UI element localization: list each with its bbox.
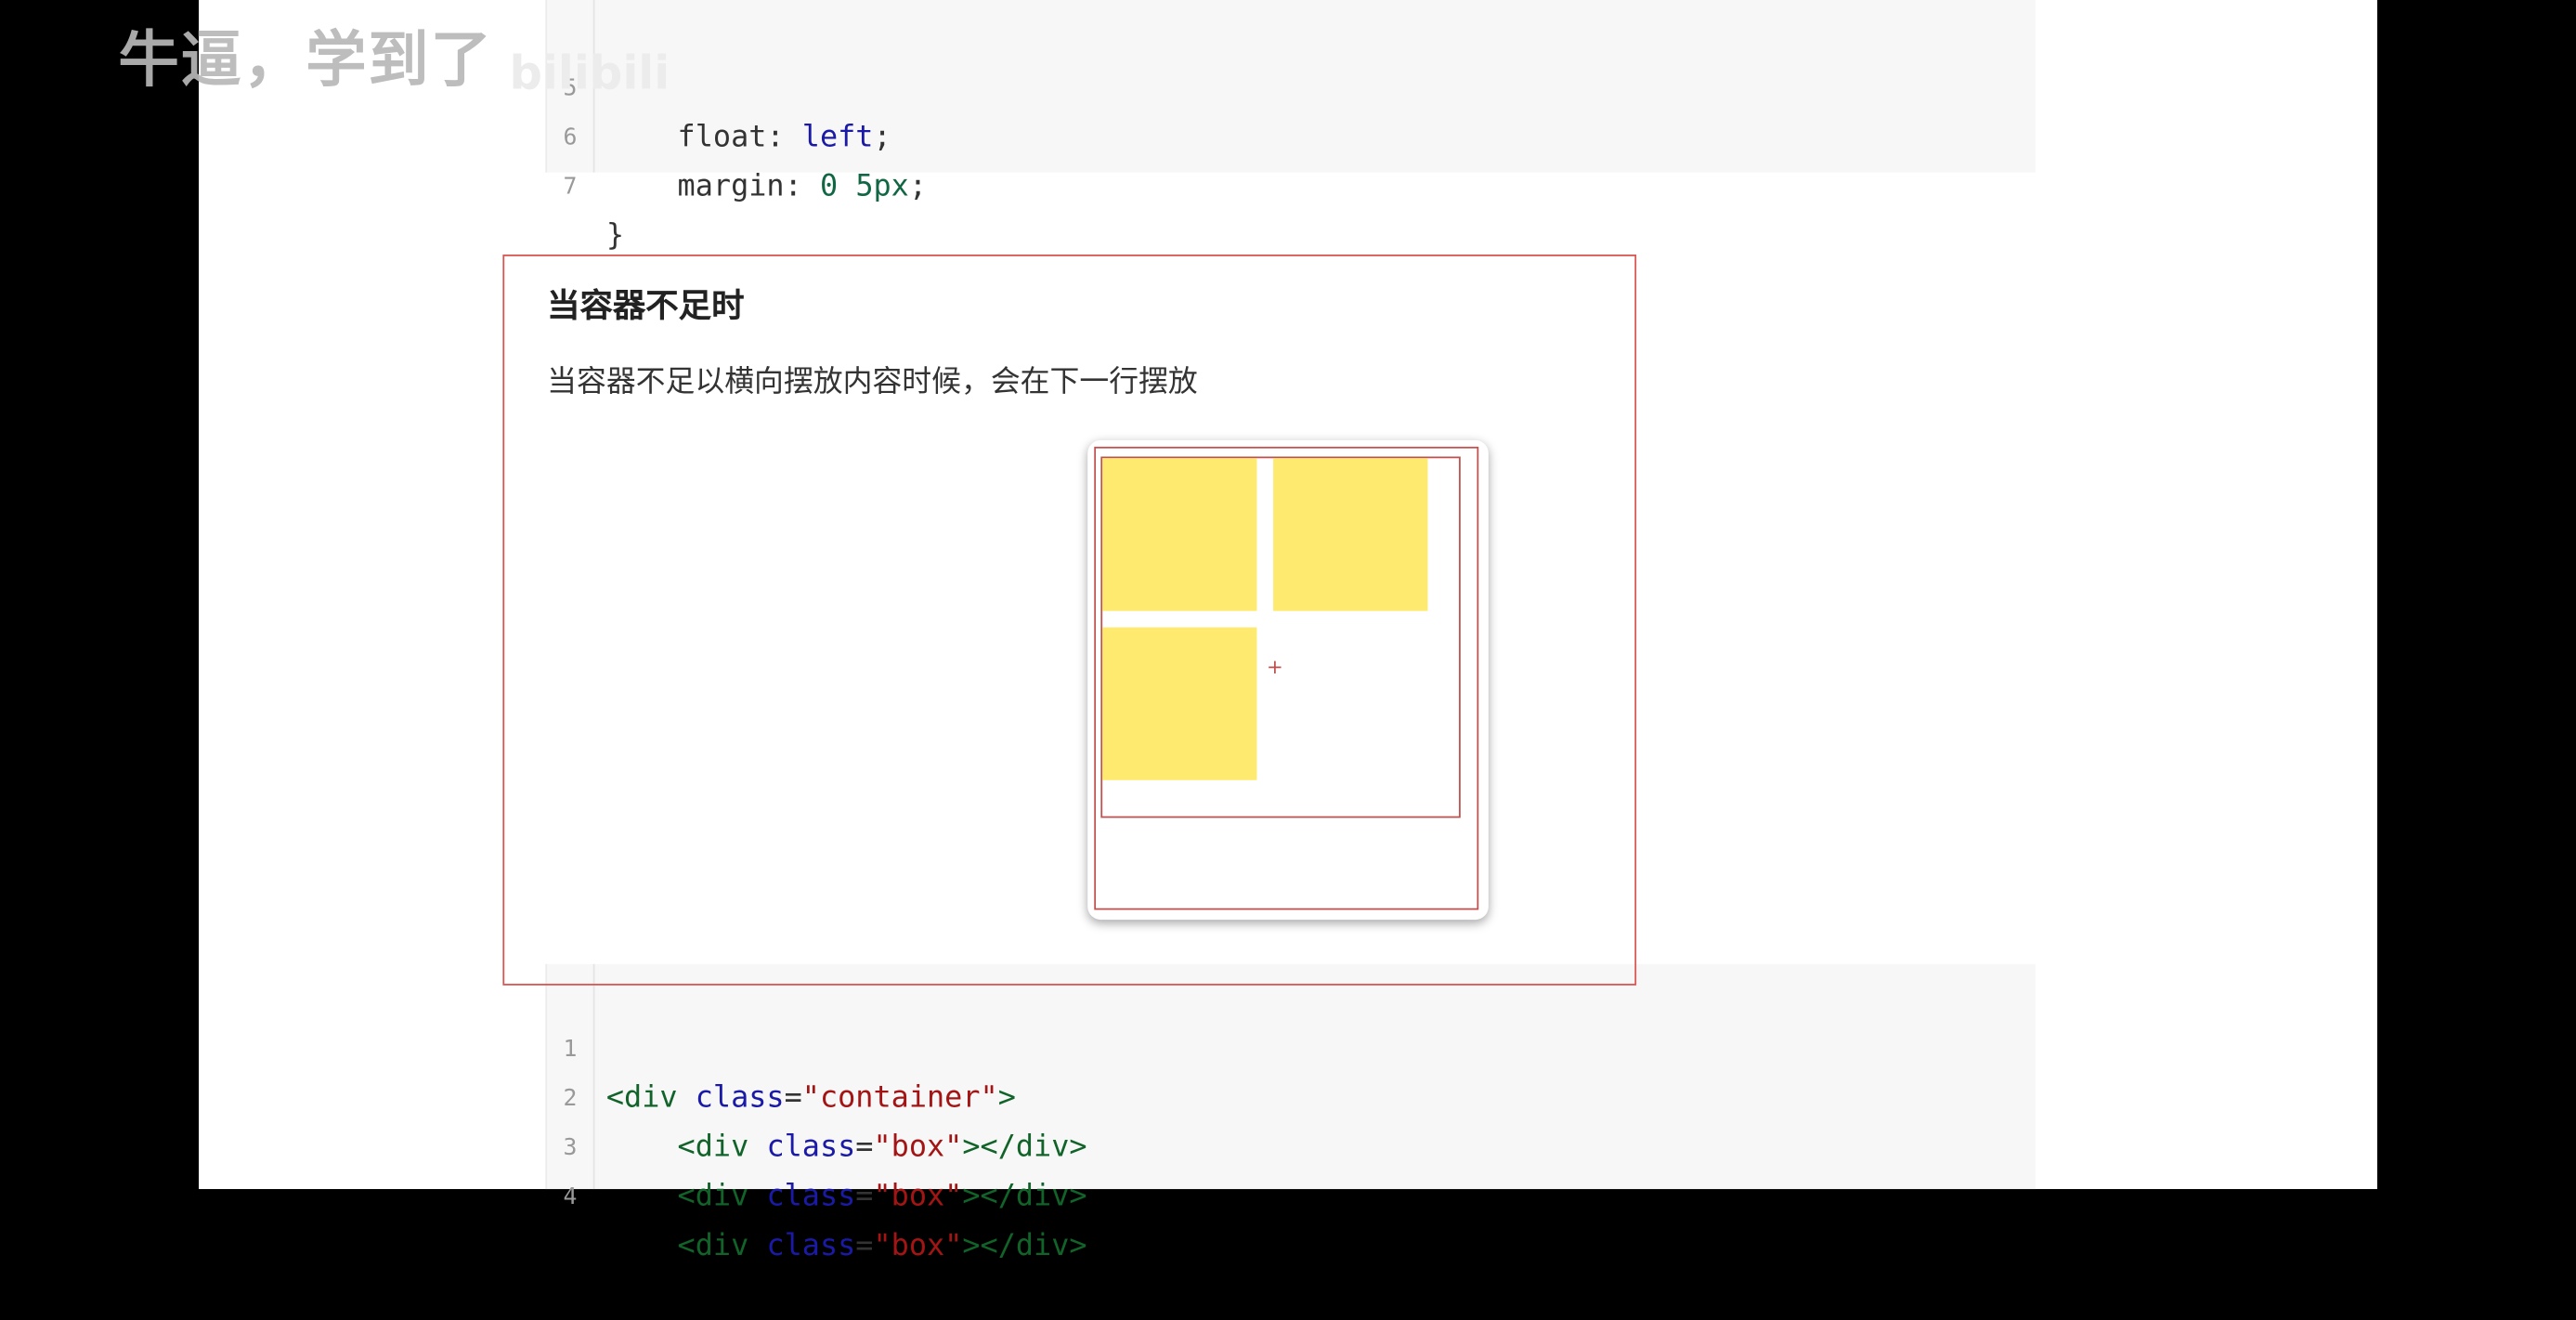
- code-line: 3 <div class="box"></div>: [547, 1074, 1086, 1214]
- highlight-annotation-frame: [502, 255, 1637, 986]
- code-line: 2 <div class="box"></div>: [547, 1025, 1086, 1165]
- html-attribute: class: [695, 1080, 785, 1116]
- html-attribute-value: "box": [873, 1179, 963, 1214]
- screen: 5 float: left; 6 margin: 0 5px; 7 } 当容器不…: [0, 0, 2576, 1263]
- html-tag-name: div: [695, 1179, 749, 1214]
- html-tag-name: div: [695, 1228, 749, 1263]
- html-tag-name: div: [695, 1130, 749, 1165]
- css-property: margin: [677, 169, 785, 204]
- html-attribute-value: "container": [801, 1080, 998, 1116]
- line-number: 7: [563, 174, 578, 201]
- html-attribute: class: [766, 1228, 856, 1263]
- letterbox-left: [0, 0, 200, 1190]
- video-watermark: bilibili: [509, 46, 670, 100]
- html-attribute: class: [766, 1179, 856, 1214]
- code-line: 7 }: [547, 113, 654, 253]
- css-code-block: 5 float: left; 6 margin: 0 5px; 7 }: [545, 0, 2036, 253]
- html-attribute-value: "box": [873, 1228, 963, 1263]
- html-code-block: 1 <div class="container"> 2 <div class="…: [545, 963, 2036, 1263]
- danmaku-comment: 牛逼，学到了: [118, 24, 493, 96]
- css-value: 0 5px: [819, 169, 909, 204]
- css-property: float: [677, 120, 767, 155]
- html-attribute: class: [766, 1130, 856, 1165]
- code-line: 4 <div class="box"></div>: [547, 1123, 1086, 1263]
- letterbox-right: [2377, 0, 2576, 1190]
- css-value: left: [801, 120, 874, 155]
- html-attribute-value: "box": [873, 1130, 963, 1165]
- line-number: 4: [563, 1183, 578, 1211]
